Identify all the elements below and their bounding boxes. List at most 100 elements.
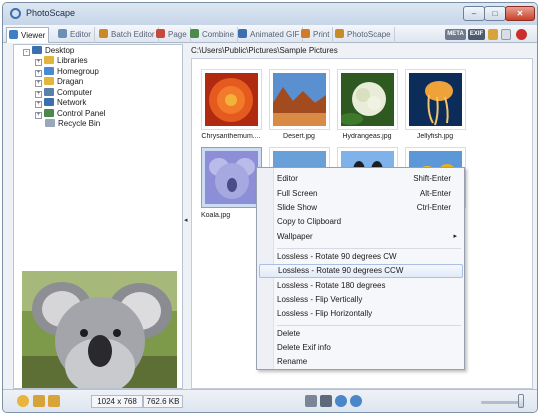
koala-photo (22, 271, 177, 388)
tab-combine[interactable]: Combine (188, 27, 239, 43)
context-menu: Editor Shift-Enter Full Screen Alt-Enter S… (256, 167, 465, 370)
menu-item-copy-to-clipboard[interactable]: Copy to Clipboard (259, 215, 463, 229)
minimize-button[interactable]: – (463, 6, 485, 21)
computer-icon (44, 88, 54, 96)
menu-item-flip-horizontally[interactable]: Lossless - Flip Horizontally (259, 307, 463, 321)
thumbnail-jellyfish[interactable] (405, 69, 466, 130)
editor-icon (58, 29, 67, 38)
menu-item-delete[interactable]: Delete (259, 327, 463, 341)
animated-gif-icon (238, 29, 247, 38)
tree-item-control-panel[interactable]: + Control Panel (35, 109, 105, 119)
page-icon (156, 29, 165, 38)
module-tab-bar: Viewer Editor Batch Editor Page Combine … (3, 25, 537, 43)
tab-batch-editor[interactable]: Batch Editor (97, 27, 159, 43)
tree-item-desktop[interactable]: - Desktop (23, 46, 74, 56)
menu-item-flip-vertically[interactable]: Lossless - Flip Vertically (259, 293, 463, 307)
thumbnail-caption: Hydrangeas.jpg (342, 133, 392, 140)
menu-item-delete-exif-info[interactable]: Delete Exif info (259, 341, 463, 355)
menu-separator (277, 248, 461, 249)
help-icon[interactable] (516, 29, 527, 40)
exif-button[interactable]: EXIF (468, 29, 485, 40)
photoscape-icon (335, 29, 344, 38)
tab-editor[interactable]: Editor (56, 27, 95, 43)
viewer-icon (9, 30, 18, 39)
file-size: 762.6 KB (143, 395, 183, 408)
menu-separator (277, 325, 461, 326)
tree-item-recycle-bin[interactable]: Recycle Bin (45, 119, 100, 129)
expand-toggle[interactable]: + (35, 101, 42, 108)
tab-print[interactable]: Print (299, 27, 334, 43)
collapse-panel-icon[interactable]: ◂ (184, 216, 188, 224)
current-path: C:\Users\Public\Pictures\Sample Pictures (191, 46, 338, 55)
status-bar: 1024 x 768 762.6 KB (3, 389, 537, 412)
thumbnail-chrysanthemum[interactable] (201, 69, 262, 130)
libraries-icon (44, 56, 54, 64)
folder-open-icon[interactable] (48, 395, 60, 407)
user-folder-icon (44, 77, 54, 85)
window-title: PhotoScape (26, 8, 76, 18)
maximize-button[interactable]: □ (484, 6, 506, 21)
menu-item-rotate-180[interactable]: Lossless - Rotate 180 degrees (259, 279, 463, 293)
expand-toggle[interactable]: + (35, 112, 42, 119)
delete-icon[interactable] (305, 395, 317, 407)
desktop-icon (32, 46, 42, 54)
photo-preview (22, 271, 177, 388)
tree-item-computer[interactable]: + Computer (35, 88, 92, 98)
network-icon (44, 98, 54, 106)
copy-icon[interactable] (501, 29, 511, 40)
menu-shortcut: Shift-Enter (413, 174, 451, 183)
folder-tree-panel: - Desktop + Libraries + Homegroup + Dragan +… (13, 44, 183, 389)
combine-icon (190, 29, 199, 38)
print-icon (301, 29, 310, 38)
control-panel-icon (44, 109, 54, 117)
folder-icon[interactable] (488, 29, 498, 40)
batch-editor-icon (99, 29, 108, 38)
collapse-toggle[interactable]: - (23, 49, 30, 56)
hydrangeas-image (341, 73, 394, 126)
tree-item-network[interactable]: + Network (35, 98, 86, 108)
app-window: PhotoScape – □ ✕ Viewer Editor Batch Edi… (2, 2, 538, 413)
tab-viewer[interactable]: Viewer (6, 27, 50, 43)
tab-animated-gif[interactable]: Animated GIF (236, 27, 304, 43)
menu-shortcut: Ctrl-Enter (416, 203, 451, 212)
expand-toggle[interactable]: + (35, 91, 42, 98)
chrysanthemum-image (205, 73, 258, 126)
thumbnail-caption: Jellyfish.jpg (416, 133, 454, 140)
expand-toggle[interactable]: + (35, 70, 42, 77)
thumbnail-hydrangeas[interactable] (337, 69, 398, 130)
tab-photoscape[interactable]: PhotoScape (333, 27, 395, 43)
homegroup-icon (44, 67, 54, 75)
menu-item-editor[interactable]: Editor Shift-Enter (259, 172, 463, 186)
zoom-slider-track[interactable] (481, 401, 521, 404)
print-status-icon[interactable] (320, 395, 332, 407)
panel-splitter[interactable]: ◂ (183, 44, 191, 389)
thumbnail-caption: Desert.jpg (283, 133, 315, 140)
thumbnail-caption: Chrysanthemum.... (201, 133, 261, 140)
tree-item-homegroup[interactable]: + Homegroup (35, 67, 99, 77)
expand-toggle[interactable]: + (35, 80, 42, 87)
koala-image (205, 151, 258, 204)
menu-item-full-screen[interactable]: Full Screen Alt-Enter (259, 187, 463, 201)
close-button[interactable]: ✕ (505, 6, 535, 21)
menu-item-rotate-90-ccw[interactable]: Lossless - Rotate 90 degrees CCW (259, 264, 463, 278)
rotate-cw-icon[interactable] (350, 395, 362, 407)
menu-item-slide-show[interactable]: Slide Show Ctrl-Enter (259, 201, 463, 215)
tree-item-libraries[interactable]: + Libraries (35, 56, 88, 66)
menu-shortcut: Alt-Enter (419, 189, 451, 198)
menu-item-rotate-90-cw[interactable]: Lossless - Rotate 90 degrees CW (259, 250, 463, 264)
recycle-bin-icon (45, 119, 55, 127)
tree-item-dragan[interactable]: + Dragan (35, 77, 83, 87)
jellyfish-image (409, 73, 462, 126)
zoom-slider-thumb[interactable] (518, 394, 524, 408)
favorite-icon[interactable] (17, 395, 29, 407)
thumbnail-desert[interactable] (269, 69, 330, 130)
menu-item-wallpaper[interactable]: Wallpaper ▸ (259, 230, 463, 244)
tab-page[interactable]: Page (154, 27, 191, 43)
menu-item-rename[interactable]: Rename (259, 355, 463, 369)
rotate-left-icon[interactable] (33, 395, 45, 407)
submenu-arrow-icon: ▸ (453, 233, 457, 240)
expand-toggle[interactable]: + (35, 59, 42, 66)
thumbnail-koala[interactable] (201, 147, 262, 208)
rotate-ccw-icon[interactable] (335, 395, 347, 407)
meta-button[interactable]: META (445, 29, 466, 40)
